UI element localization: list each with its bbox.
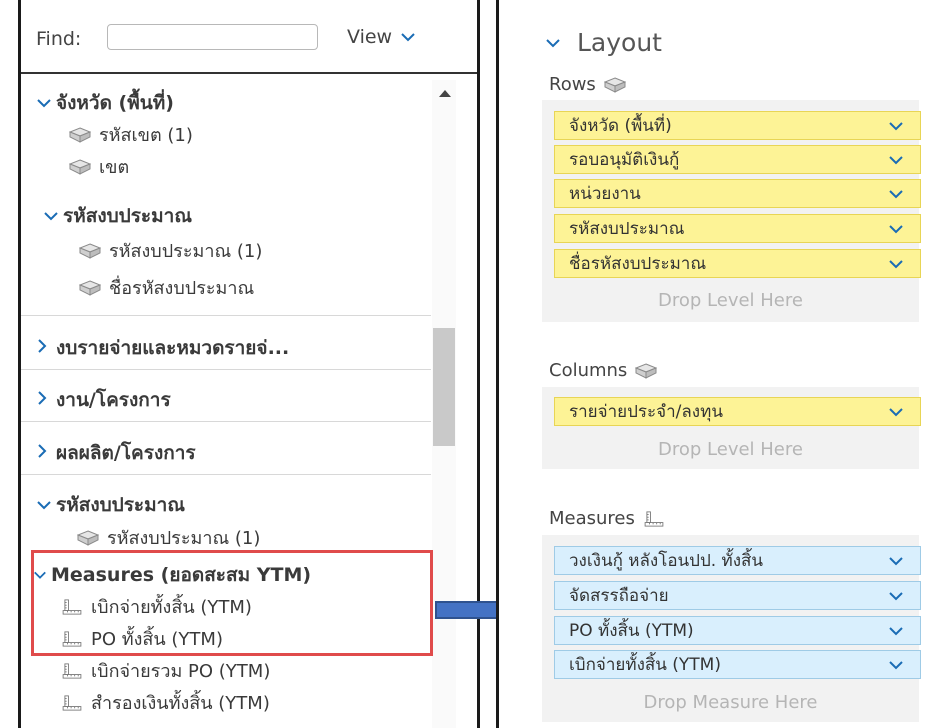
measure-item-label: เบิกจ่ายรวม PO (YTM) — [91, 661, 271, 682]
cube-icon — [79, 243, 101, 259]
columns-drop-zone[interactable]: Drop Level Here — [542, 439, 919, 460]
chevron-right-icon — [36, 389, 56, 411]
chevron-down-icon[interactable] — [888, 625, 904, 637]
divider — [21, 421, 431, 422]
chevron-right-icon — [36, 442, 56, 464]
chevron-down-icon — [36, 92, 56, 114]
tree-group-label: รหัสงบประมาณ — [56, 494, 185, 516]
highlight-box — [31, 550, 433, 656]
measure-chip[interactable]: วงเงินกู้ หลังโอนปป. ทั้งสิ้น — [554, 546, 921, 575]
cube-icon — [69, 159, 91, 175]
chevron-down-icon — [400, 31, 416, 43]
measure-chip[interactable]: PO ทั้งสิ้น (YTM) — [554, 616, 921, 645]
tree-group-output[interactable]: ผลผลิต/โครงการ — [36, 438, 196, 468]
tree-group-label: งาน/โครงการ — [56, 389, 171, 411]
tree-group-expense[interactable]: งบรายจ่ายและหมวดรายจ่... — [36, 333, 289, 363]
chevron-down-icon[interactable] — [888, 555, 904, 567]
chevron-down-icon[interactable] — [888, 590, 904, 602]
divider — [21, 315, 431, 316]
measures-drop-zone[interactable]: Drop Measure Here — [542, 692, 919, 713]
tree-group-province[interactable]: จังหวัด (พื้นที่) — [36, 88, 174, 118]
tree-item[interactable]: รหัสเขต (1) — [69, 120, 193, 149]
tree-group-label: จังหวัด (พื้นที่) — [56, 92, 174, 114]
columns-label: Columns — [549, 360, 665, 381]
chevron-down-icon[interactable] — [888, 659, 904, 671]
ruler-icon — [643, 511, 665, 527]
fields-panel: Find: View จังหวัด (พื้นที่) รหัสเขต (1)… — [18, 0, 480, 728]
ruler-icon — [61, 695, 83, 711]
measure-chip-label: วงเงินกู้ หลังโอนปป. ทั้งสิ้น — [569, 551, 764, 571]
scrollbar-thumb[interactable] — [433, 328, 455, 446]
chevron-right-icon — [36, 337, 56, 359]
chevron-down-icon[interactable] — [888, 406, 904, 418]
tree-group-project[interactable]: งาน/โครงการ — [36, 385, 171, 415]
row-chip[interactable]: รอบอนุมัติเงินกู้ — [554, 145, 921, 174]
cube-icon — [77, 530, 99, 546]
rows-label-text: Rows — [549, 74, 596, 95]
tree-item-label: รหัสงบประมาณ (1) — [107, 528, 261, 549]
rows-drop-zone[interactable]: Drop Level Here — [542, 290, 919, 311]
divider — [21, 369, 431, 370]
measure-chip-label: PO ทั้งสิ้น (YTM) — [569, 621, 694, 641]
layout-header[interactable]: Layout — [545, 28, 662, 57]
row-chip-label: ชื่อรหัสงบประมาณ — [569, 254, 707, 274]
measure-chip-label: เบิกจ่ายทั้งสิ้น (YTM) — [569, 655, 721, 675]
chevron-down-icon[interactable] — [888, 223, 904, 235]
measure-item[interactable]: เบิกจ่ายรวม PO (YTM) — [61, 656, 270, 685]
row-chip-label: หน่วยงาน — [569, 184, 641, 204]
view-button[interactable]: View — [347, 26, 416, 48]
chevron-down-icon[interactable] — [888, 188, 904, 200]
tree-group-label: รหัสงบประมาณ — [63, 205, 192, 227]
measure-item[interactable]: สำรองเงินทั้งสิ้น (YTM) — [61, 688, 270, 717]
measure-chip-label: จัดสรรถือจ่าย — [569, 586, 669, 606]
tree-item-label: รหัสงบประมาณ (1) — [109, 241, 263, 262]
row-chip[interactable]: จังหวัด (พื้นที่) — [554, 111, 921, 140]
chevron-down-icon — [36, 494, 56, 516]
measures-label-text: Measures — [549, 508, 635, 529]
find-label: Find: — [36, 28, 82, 50]
ruler-icon — [61, 663, 83, 679]
divider — [21, 72, 477, 74]
chevron-down-icon — [43, 205, 63, 227]
tree-group-label: ผลผลิต/โครงการ — [56, 442, 196, 464]
row-chip-label: รหัสงบประมาณ — [569, 219, 685, 239]
tree-group-budget-code-2[interactable]: รหัสงบประมาณ — [36, 490, 185, 520]
row-chip-label: จังหวัด (พื้นที่) — [569, 116, 672, 136]
measure-item-label: สำรองเงินทั้งสิ้น (YTM) — [91, 693, 270, 714]
chevron-down-icon[interactable] — [888, 120, 904, 132]
measure-chip[interactable]: จัดสรรถือจ่าย — [554, 581, 921, 610]
column-chip[interactable]: รายจ่ายประจำ/ลงทุน — [554, 397, 921, 426]
columns-label-text: Columns — [549, 360, 628, 381]
scroll-up-arrow-icon[interactable] — [438, 88, 452, 98]
row-chip[interactable]: หน่วยงาน — [554, 179, 921, 208]
chevron-down-icon — [545, 37, 561, 49]
measures-label: Measures — [549, 508, 673, 529]
row-chip[interactable]: ชื่อรหัสงบประมาณ — [554, 249, 921, 278]
chevron-down-icon[interactable] — [888, 258, 904, 270]
tree-item[interactable]: เขต — [69, 152, 129, 181]
tree-item-label: เขต — [99, 157, 130, 178]
layout-title: Layout — [577, 28, 662, 57]
layout-panel: Layout Rows จังหวัด (พื้นที่) รอบอนุมัติ… — [496, 0, 940, 728]
row-chip[interactable]: รหัสงบประมาณ — [554, 214, 921, 243]
tree-group-label: งบรายจ่ายและหมวดรายจ่... — [56, 337, 290, 359]
tree-item[interactable]: รหัสงบประมาณ (1) — [77, 523, 260, 552]
tree-item-label: รหัสเขต (1) — [99, 125, 193, 146]
cube-icon — [69, 127, 91, 143]
tree-group-budget-code[interactable]: รหัสงบประมาณ — [43, 201, 192, 231]
divider — [21, 474, 431, 475]
row-chip-label: รอบอนุมัติเงินกู้ — [569, 150, 680, 170]
cube-icon — [635, 363, 657, 379]
view-label: View — [347, 26, 393, 48]
column-chip-label: รายจ่ายประจำ/ลงทุน — [569, 402, 723, 422]
tree-item-label: ชื่อรหัสงบประมาณ — [109, 278, 255, 299]
chevron-down-icon[interactable] — [888, 154, 904, 166]
tree-item[interactable]: รหัสงบประมาณ (1) — [79, 236, 262, 265]
tree-item[interactable]: ชื่อรหัสงบประมาณ — [79, 273, 254, 302]
cube-icon — [604, 77, 626, 93]
cube-icon — [79, 280, 101, 296]
measure-chip[interactable]: เบิกจ่ายทั้งสิ้น (YTM) — [554, 650, 921, 679]
rows-label: Rows — [549, 74, 634, 95]
find-input[interactable] — [107, 24, 318, 50]
